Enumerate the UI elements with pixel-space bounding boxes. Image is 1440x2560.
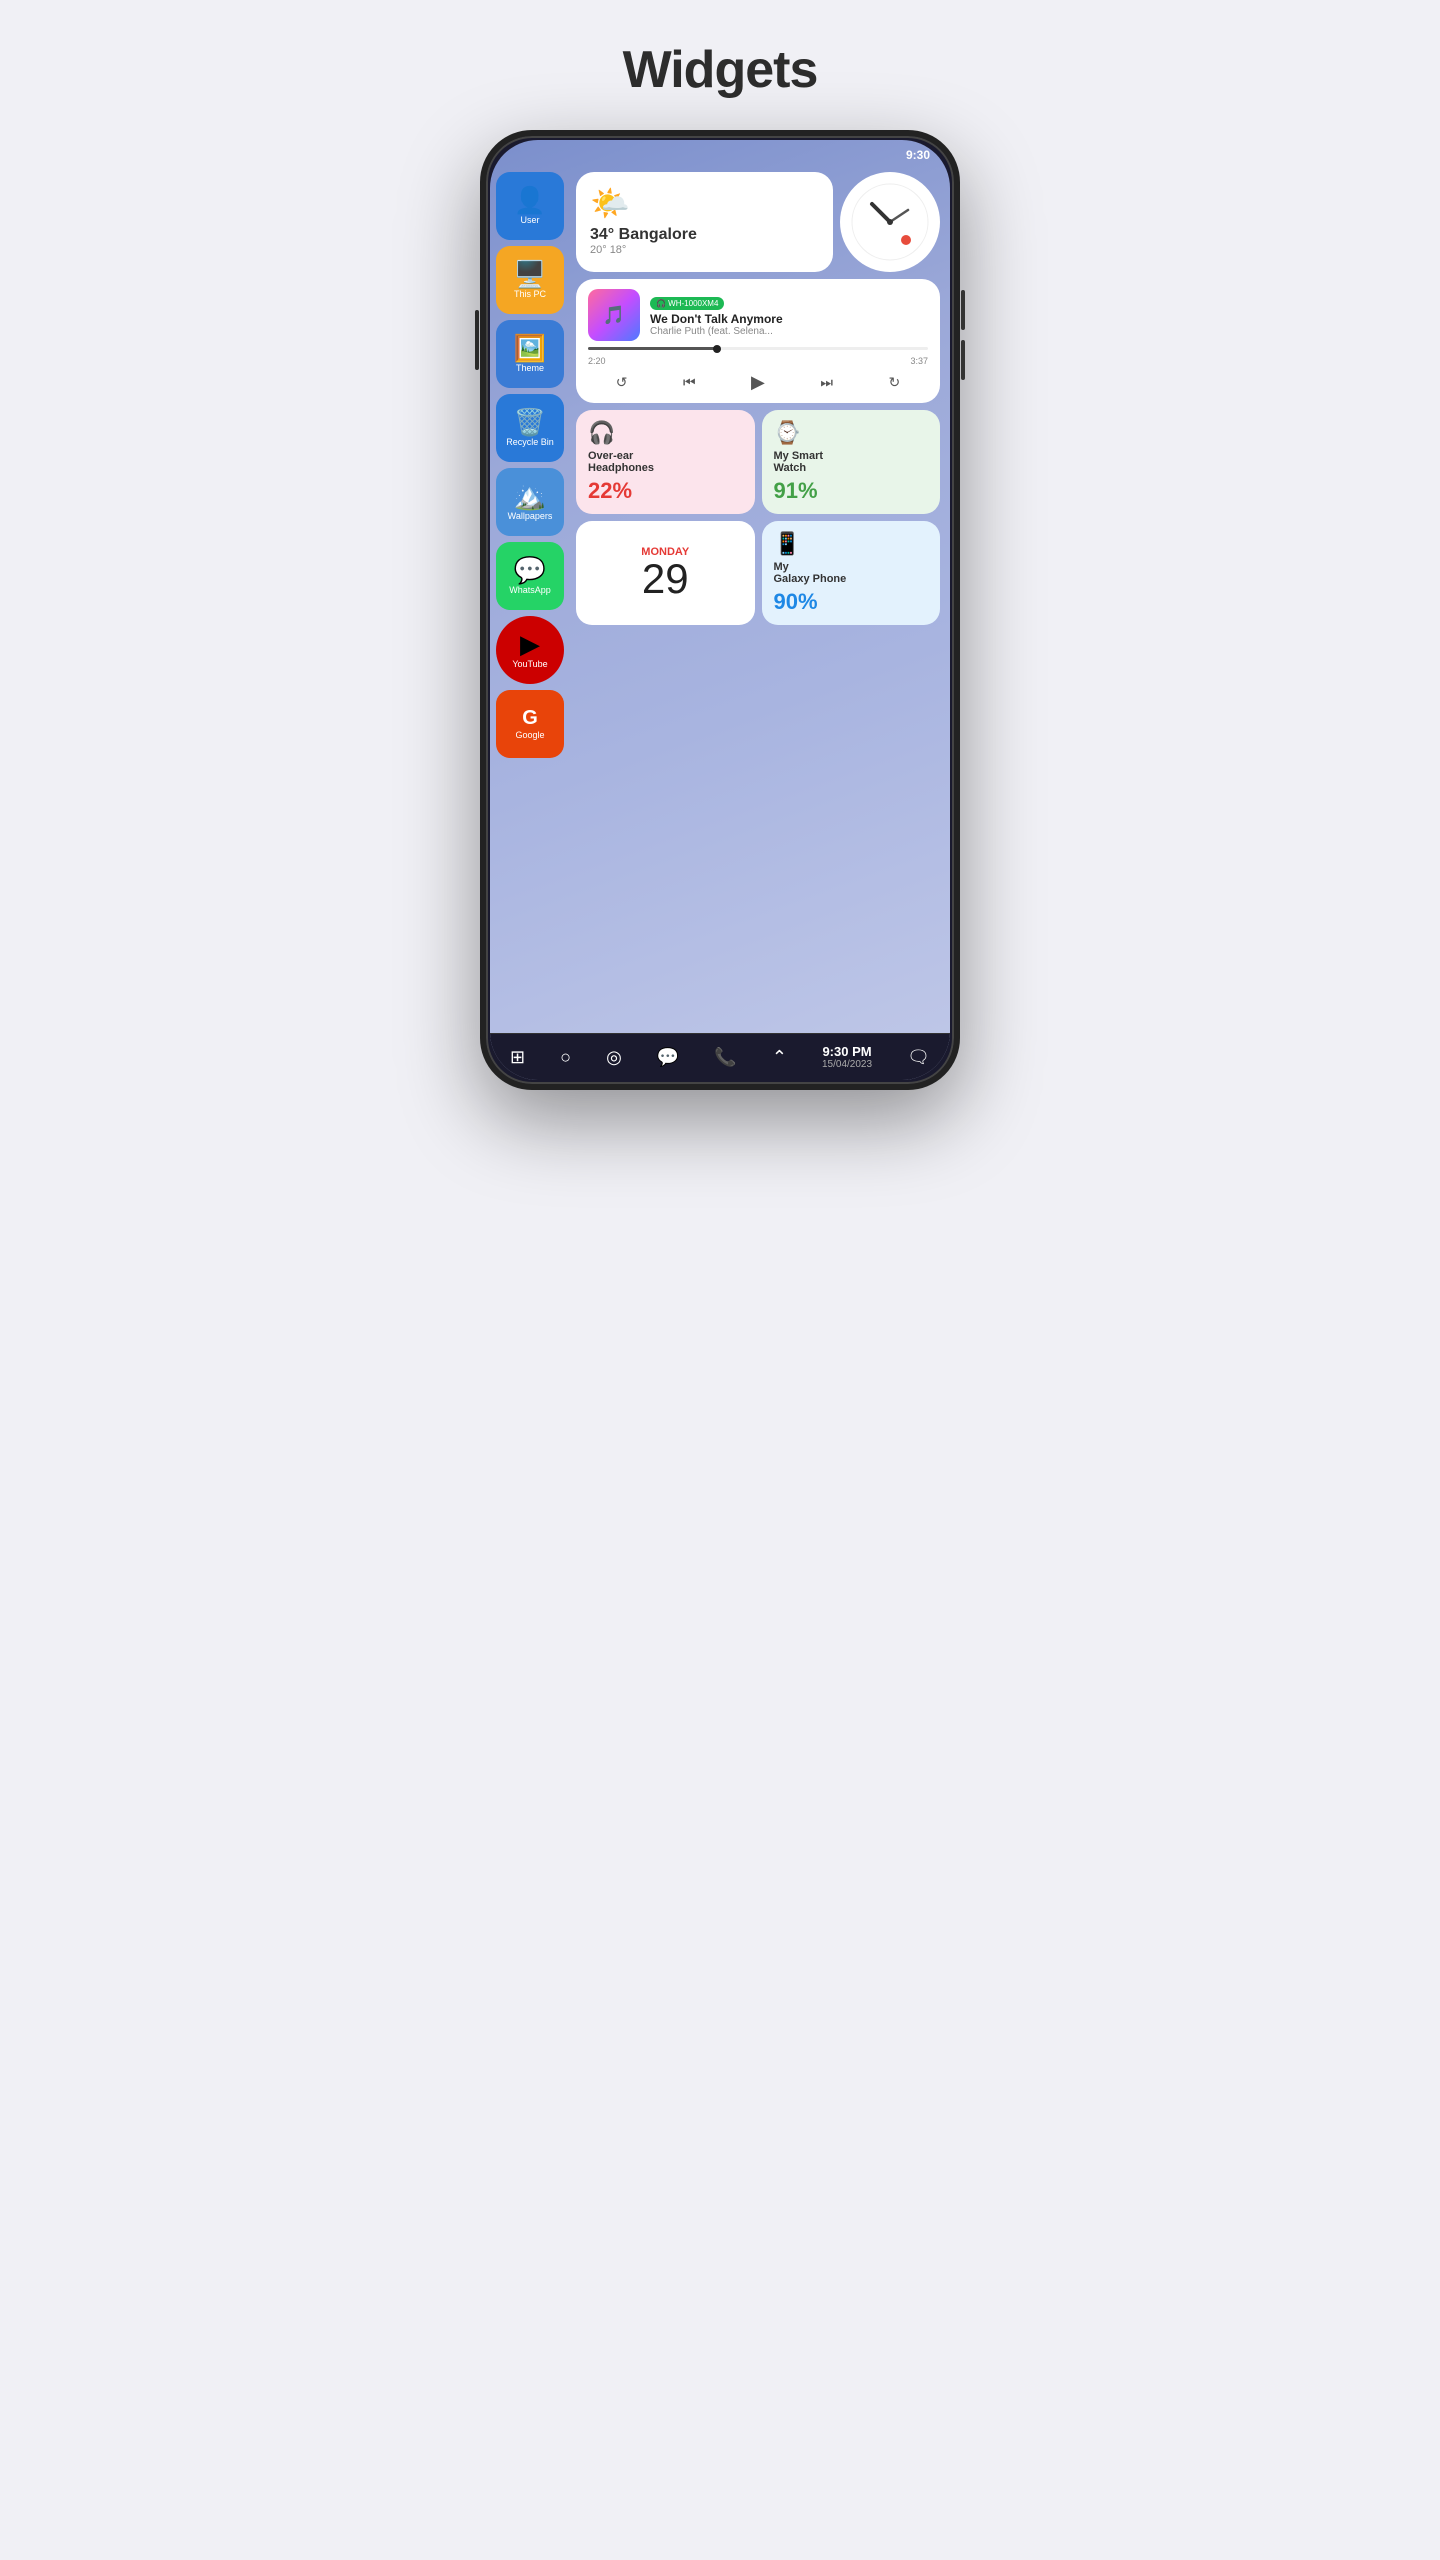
music-times: 2:20 3:37 [588, 356, 928, 366]
app-youtube[interactable]: ▶ YouTube [496, 616, 564, 684]
widgets-area: 🌤️ 34° Bangalore 20° 18° [576, 172, 940, 1027]
recents-nav-icon[interactable]: ⊞ [510, 1047, 525, 1068]
music-progress-fill [588, 347, 717, 350]
smartwatch-widget: ⌚ My SmartWatch 91% [762, 410, 941, 514]
messages-nav-icon[interactable]: 💬 [657, 1047, 679, 1068]
app-google[interactable]: G Google [496, 690, 564, 758]
nav-date: 15/04/2023 [822, 1059, 872, 1070]
notifications-nav-icon[interactable]: 🗨 [907, 1047, 930, 1068]
music-artist: Charlie Puth (feat. Selena... [650, 326, 928, 337]
headphones-name: Over-earHeadphones [588, 450, 743, 474]
weather-widget: 🌤️ 34° Bangalore 20° 18° [576, 172, 833, 272]
browser-nav-icon[interactable]: ◎ [606, 1047, 622, 1068]
phone-pct: 90% [774, 589, 929, 615]
wallpapers-label: Wallpapers [508, 511, 553, 521]
theme-label: Theme [516, 363, 544, 373]
music-badge: 🎧 WH-1000XM4 [650, 297, 724, 310]
music-current-time: 2:20 [588, 356, 606, 366]
headphones-pct: 22% [588, 478, 743, 504]
status-bar: 9:30 [490, 140, 950, 166]
vol-down-button[interactable] [961, 340, 965, 380]
whatsapp-label: WhatsApp [509, 585, 551, 595]
recycle-icon: 🗑️ [514, 409, 546, 435]
phone-frame: 9:30 👤 User 🖥️ This PC 🖼️ [480, 130, 960, 1090]
calendar-date: 29 [642, 558, 689, 600]
prev-button[interactable]: ⏮ [683, 374, 696, 391]
app-thispc[interactable]: 🖥️ This PC [496, 246, 564, 314]
thispc-label: This PC [514, 289, 546, 299]
music-art: 🎵 [588, 289, 640, 341]
phone-name: MyGalaxy Phone [774, 561, 929, 585]
app-recycle[interactable]: 🗑️ Recycle Bin [496, 394, 564, 462]
recycle-label: Recycle Bin [506, 437, 554, 447]
theme-icon: 🖼️ [514, 335, 546, 361]
google-label: Google [515, 730, 544, 740]
nav-time: 9:30 PM [822, 1044, 872, 1059]
thispc-icon: 🖥️ [514, 261, 546, 287]
headphones-widget: 🎧 Over-earHeadphones 22% [576, 410, 755, 514]
next-button[interactable]: ⏭ [820, 374, 833, 391]
power-button[interactable] [475, 310, 479, 370]
vol-up-button[interactable] [961, 290, 965, 330]
clock-widget [840, 172, 940, 272]
status-time: 9:30 [906, 148, 930, 162]
wallpapers-icon: 🏔️ [514, 483, 546, 509]
music-total-time: 3:37 [910, 356, 928, 366]
whatsapp-icon: 💬 [514, 557, 546, 583]
widget-row-3: 🎧 Over-earHeadphones 22% ⌚ My SmartWatch… [576, 410, 940, 514]
nav-bar: ⊞ ○ ◎ 💬 📞 ⌃ 9:30 PM 15/04/2023 🗨 [490, 1033, 950, 1080]
weather-sub: 20° 18° [590, 244, 626, 256]
google-icon: G [522, 708, 538, 728]
headphones-icon: 🎧 [588, 420, 743, 446]
user-label: User [520, 215, 539, 225]
app-whatsapp[interactable]: 💬 WhatsApp [496, 542, 564, 610]
youtube-label: YouTube [512, 659, 547, 669]
music-controls: ↺ ⏮ ▶ ⏭ ↻ [588, 372, 928, 393]
user-icon: 👤 [514, 187, 546, 213]
replay-button[interactable]: ↺ [616, 374, 628, 391]
music-progress-bar[interactable] [588, 347, 928, 350]
up-nav-icon[interactable]: ⌃ [772, 1047, 787, 1068]
music-title: We Don't Talk Anymore [650, 312, 928, 326]
phone-wrapper: 9:30 👤 User 🖥️ This PC 🖼️ [480, 130, 960, 1090]
progress-dot [713, 345, 721, 353]
app-wallpapers[interactable]: 🏔️ Wallpapers [496, 468, 564, 536]
phone-icon: 📱 [774, 531, 929, 557]
nav-time-block: 9:30 PM 15/04/2023 [822, 1044, 872, 1070]
music-info: 🎧 WH-1000XM4 We Don't Talk Anymore Charl… [650, 293, 928, 337]
app-user[interactable]: 👤 User [496, 172, 564, 240]
calendar-widget: MONDAY 29 [576, 521, 755, 625]
play-button[interactable]: ▶ [751, 372, 765, 393]
music-widget: 🎵 🎧 WH-1000XM4 We Don't Talk Anymore Cha… [576, 279, 940, 403]
phone-nav-icon[interactable]: 📞 [714, 1047, 736, 1068]
page-title: Widgets [623, 40, 818, 100]
weather-icon: 🌤️ [590, 184, 630, 222]
phone-screen: 9:30 👤 User 🖥️ This PC 🖼️ [490, 140, 950, 1080]
forward-button[interactable]: ↻ [888, 374, 900, 391]
music-top: 🎵 🎧 WH-1000XM4 We Don't Talk Anymore Cha… [588, 289, 928, 341]
screen-content: 👤 User 🖥️ This PC 🖼️ Theme 🗑️ Recycle Bi… [490, 166, 950, 1033]
home-nav-icon[interactable]: ○ [560, 1047, 571, 1068]
sidebar: 👤 User 🖥️ This PC 🖼️ Theme 🗑️ Recycle Bi… [496, 172, 568, 1027]
widget-row-4: MONDAY 29 📱 MyGalaxy Phone 90% [576, 521, 940, 625]
phone-widget: 📱 MyGalaxy Phone 90% [762, 521, 941, 625]
weather-temp: 34° Bangalore [590, 226, 697, 244]
widget-row-1: 🌤️ 34° Bangalore 20° 18° [576, 172, 940, 272]
youtube-icon: ▶ [520, 631, 540, 657]
smartwatch-pct: 91% [774, 478, 929, 504]
smartwatch-icon: ⌚ [774, 420, 929, 446]
app-theme[interactable]: 🖼️ Theme [496, 320, 564, 388]
clock-face [850, 182, 930, 262]
smartwatch-name: My SmartWatch [774, 450, 929, 474]
